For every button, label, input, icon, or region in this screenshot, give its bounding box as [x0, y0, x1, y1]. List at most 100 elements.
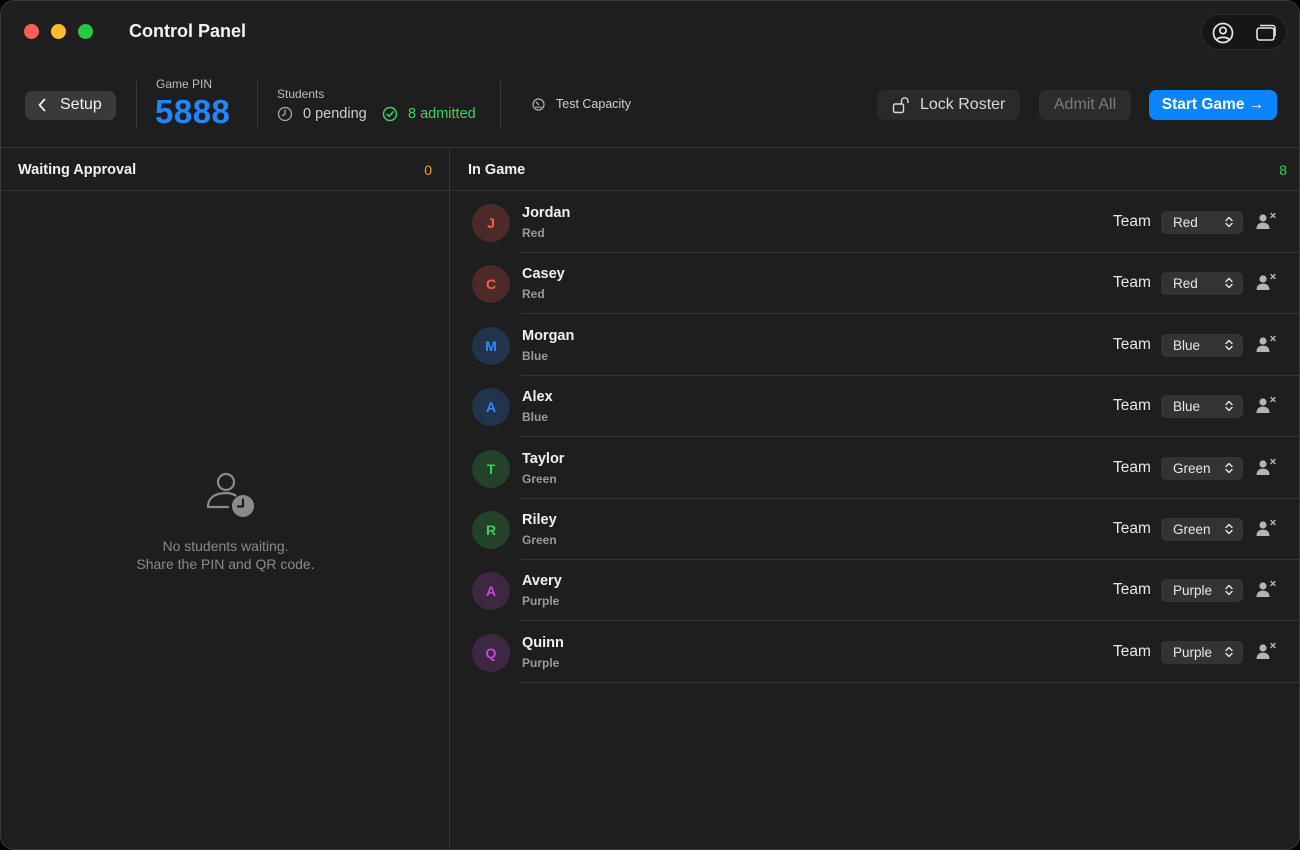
setup-back-button[interactable]: Setup [25, 91, 116, 120]
lock-roster-button[interactable]: Lock Roster [877, 90, 1020, 120]
chevron-up-down-icon [1225, 278, 1233, 289]
in-game-panel: In Game 8 J Jordan Red Team Red C Casey Red Team… [451, 149, 1299, 849]
team-select[interactable]: Red [1161, 211, 1243, 234]
player-row: Q Quinn Purple Team Purple [451, 622, 1299, 683]
test-capacity-button[interactable]: Test Capacity [556, 97, 631, 111]
control-panel-window: Control Panel Setup Game PIN 5888 Studen… [0, 0, 1300, 850]
empty-waiting-message: No students waiting. [162, 538, 289, 554]
player-row: T Taylor Green Team Green [451, 438, 1299, 499]
player-row: A Alex Blue Team Blue [451, 376, 1299, 438]
empty-waiting-hint: Share the PIN and QR code. [136, 556, 315, 572]
player-row: J Jordan Red Team Red [451, 192, 1299, 253]
chevron-up-down-icon [1225, 216, 1233, 228]
close-window-button[interactable] [24, 24, 39, 39]
team-label: Team [1113, 213, 1151, 230]
toolbar-divider [500, 81, 501, 128]
team-select-value: Green [1173, 460, 1211, 476]
team-label: Team [1113, 397, 1151, 415]
chevron-left-icon [38, 98, 46, 112]
chevron-up-down-icon [1225, 400, 1233, 412]
player-avatar: J [472, 204, 510, 242]
player-team-subtitle: Purple [522, 655, 560, 670]
team-select[interactable]: Blue [1161, 333, 1243, 357]
chevron-up-down-icon [1225, 646, 1233, 657]
team-label: Team [1113, 458, 1151, 476]
team-select[interactable]: Purple [1161, 640, 1243, 664]
remove-player-icon[interactable] [1255, 212, 1277, 230]
checkmark-circle-icon [382, 106, 398, 122]
player-team-subtitle: Green [522, 471, 557, 486]
team-select[interactable]: Blue [1161, 395, 1243, 419]
player-name: Quinn [522, 634, 564, 651]
player-avatar: M [472, 326, 510, 365]
player-team-subtitle: Green [522, 533, 557, 547]
chevron-up-down-icon [1225, 523, 1233, 535]
zoom-window-button[interactable] [78, 24, 93, 39]
admit-all-button[interactable]: Admit All [1039, 90, 1131, 120]
lock-roster-label: Lock Roster [920, 96, 1006, 113]
chevron-up-down-icon [1225, 462, 1233, 473]
toolbar-divider [257, 81, 258, 128]
team-select-value: Red [1173, 215, 1198, 230]
player-avatar: R [472, 511, 510, 549]
unlock-icon [892, 97, 909, 114]
remove-player-icon[interactable] [1255, 335, 1277, 353]
window-title: Control Panel [129, 21, 247, 41]
remove-player-icon[interactable] [1255, 458, 1277, 476]
chevron-up-down-icon [1225, 585, 1233, 596]
toolbar: Setup Game PIN 5888 Students 0 pending 8… [1, 63, 1299, 148]
window-toolbar-group [1201, 14, 1287, 50]
player-avatar: A [472, 572, 510, 611]
player-name: Taylor [522, 450, 565, 467]
remove-player-icon[interactable] [1255, 642, 1277, 660]
player-name: Alex [522, 389, 553, 406]
in-game-count: 8 [1279, 162, 1287, 178]
pending-count: 0 pending [303, 106, 367, 122]
remove-player-icon[interactable] [1255, 580, 1277, 598]
toolbar-divider [136, 81, 137, 128]
windows-icon[interactable] [1253, 21, 1277, 45]
team-select-value: Purple [1173, 583, 1213, 599]
team-select-value: Blue [1173, 399, 1201, 415]
player-name: Riley [522, 512, 557, 528]
player-avatar: Q [472, 633, 510, 672]
player-row: R Riley Green Team Green [451, 499, 1299, 560]
person-clock-icon [206, 472, 254, 517]
clock-icon [277, 106, 293, 122]
player-team-subtitle: Blue [522, 348, 549, 363]
player-row: A Avery Purple Team Purple [451, 560, 1299, 622]
students-label: Students [277, 87, 325, 101]
minimize-window-button[interactable] [51, 24, 66, 39]
waiting-approval-panel: Waiting Approval 0 No students waiting. … [1, 149, 450, 849]
team-select[interactable]: Green [1161, 518, 1243, 541]
title-bar: Control Panel [1, 1, 1299, 63]
start-game-button[interactable]: Start Game → [1149, 90, 1277, 120]
player-name: Avery [522, 573, 562, 590]
remove-player-icon[interactable] [1255, 396, 1277, 414]
game-pin-label: Game PIN [156, 77, 213, 91]
row-separator [521, 681, 1299, 683]
waiting-approval-title: Waiting Approval [18, 162, 137, 178]
team-select-value: Purple [1173, 644, 1213, 660]
team-select[interactable]: Purple [1161, 579, 1243, 603]
player-name: Casey [522, 266, 565, 283]
setup-button-label: Setup [60, 96, 102, 113]
team-label: Team [1113, 520, 1151, 537]
player-row: C Casey Red Team Red [451, 253, 1299, 315]
player-team-subtitle: Red [522, 287, 545, 302]
account-icon[interactable] [1211, 21, 1235, 45]
player-avatar: C [472, 265, 510, 304]
chevron-up-down-icon [1225, 339, 1233, 350]
remove-player-icon[interactable] [1255, 519, 1277, 537]
player-team-subtitle: Blue [522, 410, 549, 425]
gauge-icon[interactable] [532, 98, 545, 111]
team-select-value: Blue [1173, 337, 1201, 353]
player-row: M Morgan Blue Team Blue [451, 315, 1299, 376]
remove-player-icon[interactable] [1255, 273, 1277, 291]
team-label: Team [1113, 274, 1151, 292]
team-select[interactable]: Red [1161, 272, 1243, 296]
team-select[interactable]: Green [1161, 456, 1243, 480]
team-label: Team [1113, 642, 1151, 660]
player-avatar: T [472, 449, 510, 488]
player-team-subtitle: Red [522, 226, 545, 240]
